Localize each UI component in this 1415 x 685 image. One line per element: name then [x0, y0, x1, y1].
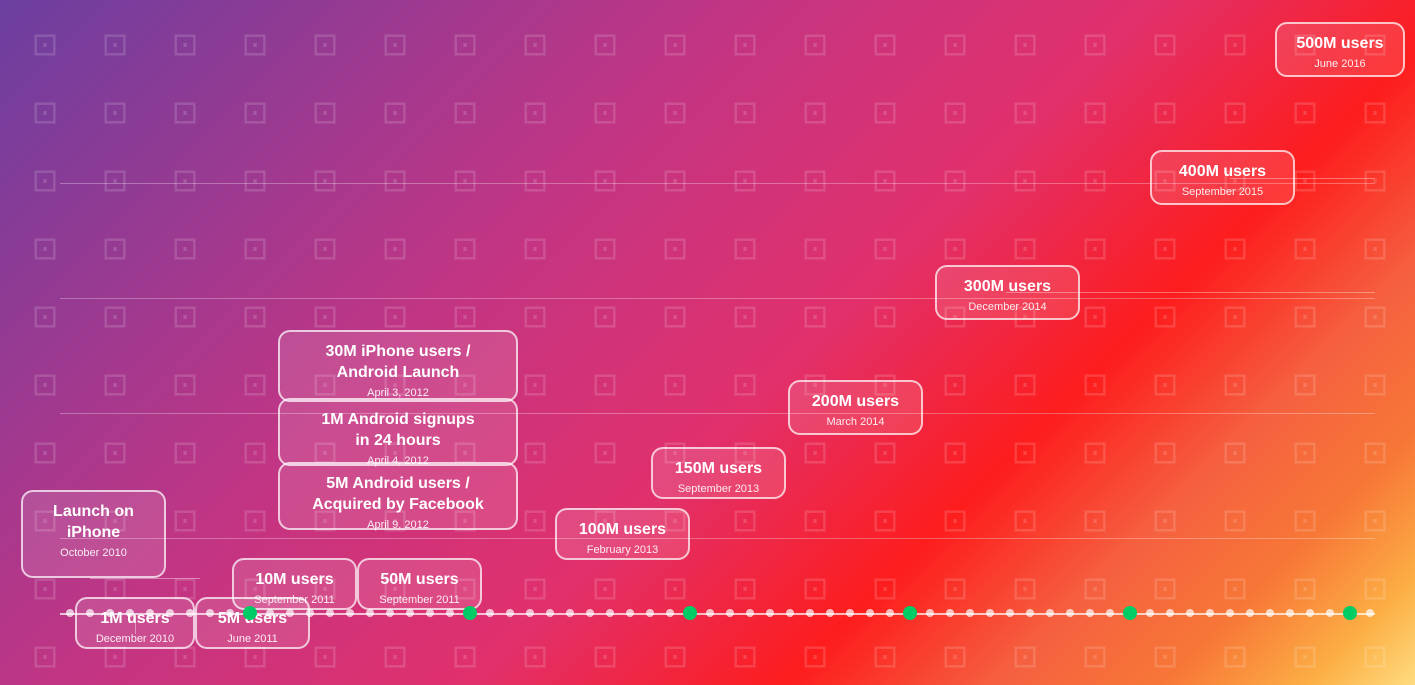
card-30m-title: 30M iPhone users /Android Launch: [294, 342, 502, 384]
card-5m-date: June 2011: [211, 633, 294, 645]
timeline-dots-container: [60, 603, 1375, 623]
infographic-container: // Generate camera icons const pattern =…: [0, 0, 1415, 685]
card-300m-title: 300M users: [951, 277, 1064, 298]
timeline-dots-svg: [60, 603, 1375, 623]
card-30m-date: April 3, 2012: [294, 387, 502, 399]
card-100m-date: February 2013: [571, 544, 674, 556]
card-150m-date: September 2013: [667, 483, 770, 495]
card-400m-title: 400M users: [1166, 162, 1279, 183]
card-100m: 100M users February 2013: [555, 508, 690, 560]
connector-1m-v: [135, 616, 136, 634]
card-launch-date: October 2010: [37, 547, 150, 559]
connector-300m: [1006, 292, 1375, 293]
card-1m-date: December 2010: [91, 633, 179, 645]
card-400m-date: September 2015: [1166, 186, 1279, 198]
card-500m-title: 500M users: [1291, 34, 1389, 55]
card-300m-date: December 2014: [951, 301, 1064, 313]
card-facebook-date: April 9, 2012: [294, 519, 502, 531]
card-100m-title: 100M users: [571, 520, 674, 541]
connector-launch: [90, 578, 200, 579]
ref-line-100m: [60, 538, 1375, 539]
card-launch: Launch oniPhone October 2010: [21, 490, 166, 578]
card-android-24h-title: 1M Android signupsin 24 hours: [294, 410, 502, 452]
card-50m-title: 50M users: [373, 570, 466, 591]
card-200m-date: March 2014: [804, 416, 907, 428]
card-500m: 500M users June 2016: [1275, 22, 1405, 77]
card-facebook: 5M Android users /Acquired by Facebook A…: [278, 462, 518, 530]
card-launch-title: Launch oniPhone: [37, 502, 150, 544]
card-10m-title: 10M users: [248, 570, 341, 591]
card-500m-date: June 2016: [1291, 58, 1389, 70]
card-30m: 30M iPhone users /Android Launch April 3…: [278, 330, 518, 402]
card-200m: 200M users March 2014: [788, 380, 923, 435]
card-android-24h: 1M Android signupsin 24 hours April 4, 2…: [278, 398, 518, 466]
card-facebook-title: 5M Android users /Acquired by Facebook: [294, 474, 502, 516]
connector-400m: [1230, 178, 1375, 179]
ref-line-200m: [60, 413, 1375, 414]
card-150m-title: 150M users: [667, 459, 770, 480]
ref-line-300m: [60, 298, 1375, 299]
card-200m-title: 200M users: [804, 392, 907, 413]
background-pattern: // Generate camera icons const pattern =…: [0, 0, 1415, 685]
card-150m: 150M users September 2013: [651, 447, 786, 499]
